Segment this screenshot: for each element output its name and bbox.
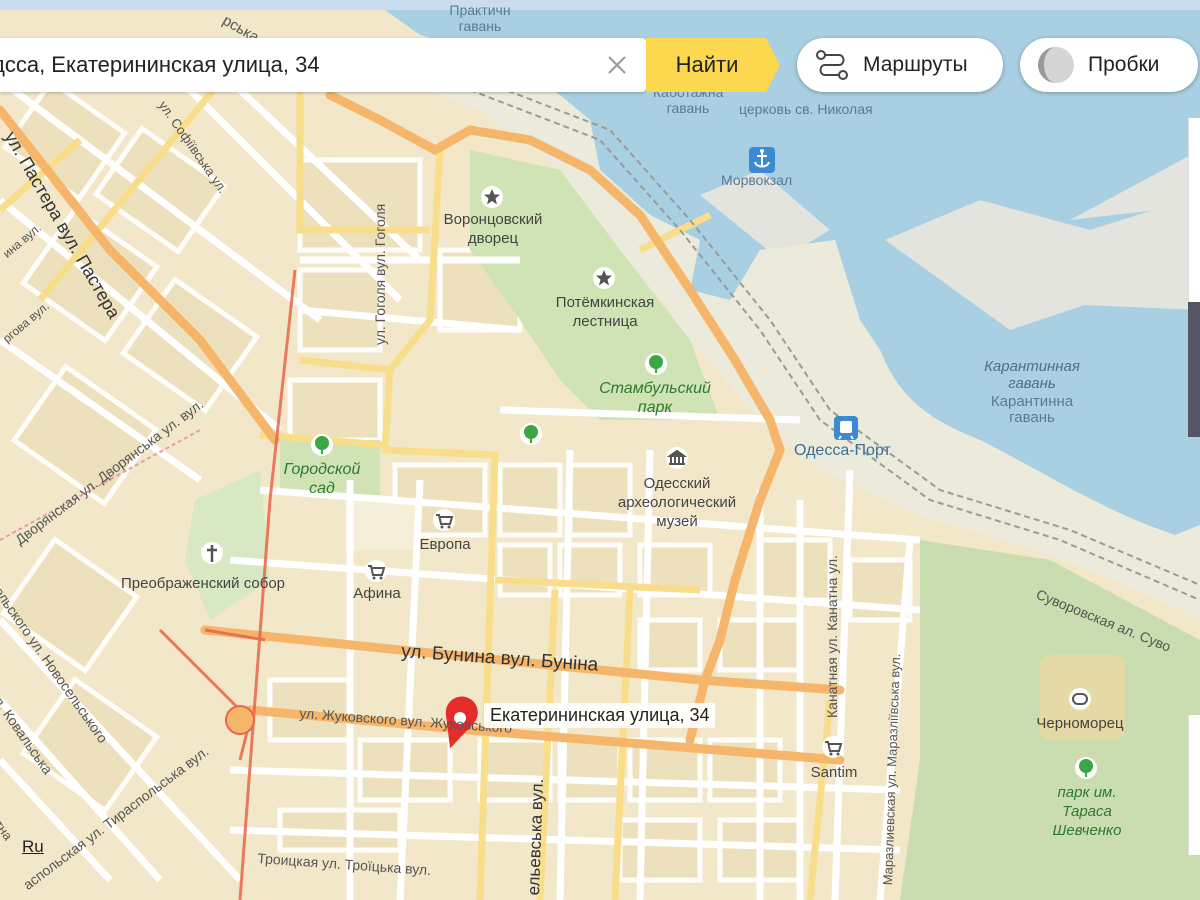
- routes-label: Маршруты: [863, 53, 968, 76]
- top-strip: [0, 0, 1200, 10]
- gorodskoy-sad-label-1: Городской: [283, 461, 361, 478]
- preobrazhensky-label: Преображенский собор: [121, 575, 286, 592]
- clear-button[interactable]: [600, 48, 634, 82]
- traffic-label: Пробки: [1088, 53, 1160, 76]
- archeo-museum-label-3: музей: [656, 513, 698, 530]
- archeo-museum-label-1: Одесский: [643, 475, 711, 492]
- side-thumbnail-edge: [1188, 302, 1200, 437]
- odessa-port-label: Одесса-Порт: [794, 442, 891, 459]
- cart-icon: [433, 509, 455, 531]
- vorontsov-star-icon: [481, 186, 503, 208]
- potemkin-star-icon: [593, 267, 615, 289]
- vorontsov-label-2: дворец: [467, 230, 519, 247]
- karantin-label-2: гавань: [1009, 409, 1055, 426]
- roundabout: [225, 705, 255, 735]
- anchor-icon: [749, 147, 775, 173]
- nikolay-church-label: церковь св. Николая: [739, 101, 873, 117]
- search-bar: Найти: [0, 38, 780, 92]
- route-icon: [816, 50, 848, 80]
- routes-button[interactable]: Маршруты: [797, 38, 1003, 92]
- street-ekaterininskaya-vertical: ельевська вул.: [524, 778, 548, 896]
- potemkin-label-2: лестница: [572, 313, 638, 330]
- karantin-italic-label-1: Карантинная: [984, 358, 1080, 375]
- church-cross-icon: [201, 542, 223, 564]
- tree-icon-4: [1075, 757, 1097, 779]
- top-harbour-label: Практичн гавань: [449, 2, 511, 34]
- tree-icon-3: [311, 434, 333, 456]
- karantin-label-1: Карантинна: [990, 393, 1074, 410]
- search-input[interactable]: [0, 38, 590, 92]
- tree-icon-2: [520, 423, 542, 445]
- traffic-icon: [1038, 47, 1074, 83]
- shevchenko-label-2: Тараса: [1062, 803, 1112, 820]
- karantin-italic-label-2: гавань: [1008, 375, 1056, 392]
- shevchenko-label-3: Шевченко: [1052, 822, 1122, 839]
- vorontsov-label-1: Воронцовский: [443, 211, 543, 228]
- side-panel-edge-2: [1188, 715, 1200, 855]
- archeo-museum-label-2: археологический: [617, 494, 737, 511]
- pin-label: Екатерининская улица, 34: [484, 703, 716, 728]
- street-kanatnaya: Канатная ул. Канатна ул.: [824, 555, 840, 718]
- close-icon: [608, 56, 626, 74]
- cart-icon-2: [365, 560, 387, 582]
- istanbul-park-label-1: Стамбульский: [599, 380, 711, 397]
- shevchenko-label-1: парк им.: [1057, 784, 1117, 801]
- find-button[interactable]: Найти: [646, 38, 780, 92]
- istanbul-park-label-2: парк: [637, 399, 673, 416]
- afina-label: Афина: [353, 585, 401, 602]
- language-link[interactable]: Ru: [22, 837, 44, 857]
- street-gogolya: ул. Гоголя вул. Гоголя: [372, 203, 388, 345]
- chernomorets-label: Черноморец: [1036, 715, 1124, 732]
- train-icon: [834, 416, 858, 440]
- cart-icon-3: [822, 736, 844, 758]
- stadium-icon: [1069, 688, 1091, 710]
- traffic-button[interactable]: Пробки: [1020, 38, 1198, 92]
- morvokzal-label: Морвокзал: [721, 172, 793, 188]
- potemkin-label-1: Потёмкинская: [555, 294, 655, 311]
- santim-label: Santim: [810, 764, 858, 781]
- museum-icon: [666, 447, 688, 469]
- tree-icon: [645, 353, 667, 375]
- find-button-label: Найти: [675, 52, 739, 77]
- side-panel-edge: [1188, 118, 1200, 308]
- gorodskoy-sad-label-2: сад: [309, 480, 335, 497]
- search-box: [0, 38, 646, 92]
- evropa-label: Европа: [419, 536, 471, 553]
